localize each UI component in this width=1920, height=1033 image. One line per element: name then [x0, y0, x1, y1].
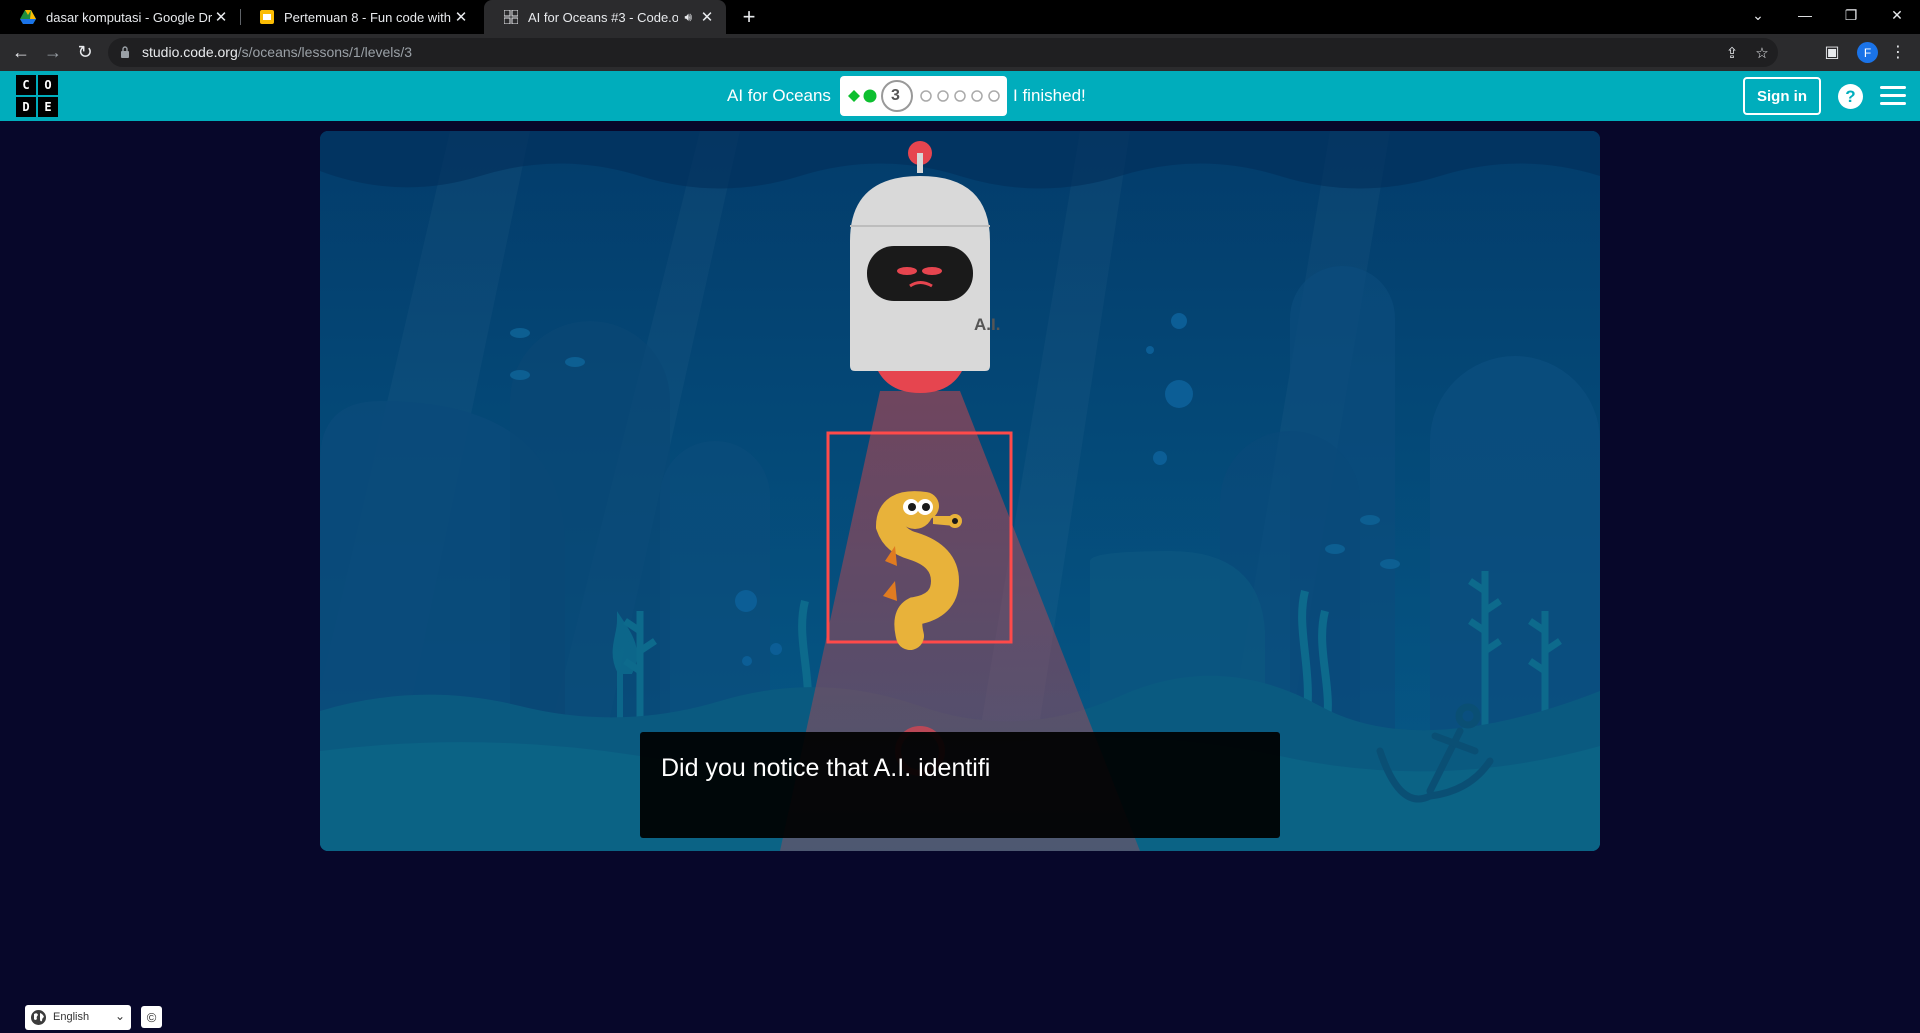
tab-title: AI for Oceans #3 - Code.org [528, 9, 679, 25]
level-8-dot [988, 90, 1000, 102]
level-1-dot [848, 90, 860, 102]
url-host: studio.code.org [142, 44, 238, 60]
caption-box: Did you notice that A.I. identifi [640, 732, 1280, 838]
lesson-title[interactable]: AI for Oceans [727, 86, 831, 106]
level-progress: 3 [840, 76, 1007, 116]
level-4-dot [920, 90, 932, 102]
tab-title: Pertemuan 8 - Fun code with code [284, 9, 452, 25]
level-6-dot [954, 90, 966, 102]
codeorg-header: C O D E AI for Oceans 3 I finished! Sign… [0, 71, 1920, 121]
profile-avatar[interactable]: F [1857, 42, 1878, 63]
logo-letter: D [16, 97, 36, 117]
forward-button[interactable]: → [39, 38, 67, 66]
address-bar[interactable]: studio.code.org/s/oceans/lessons/1/level… [108, 38, 1778, 67]
google-slides-icon [260, 10, 274, 24]
globe-icon [31, 1010, 46, 1025]
url-text: studio.code.org/s/oceans/lessons/1/level… [142, 44, 412, 60]
logo-letter: E [38, 97, 58, 117]
restore-button[interactable]: ❐ [1828, 0, 1874, 30]
close-window-button[interactable]: ✕ [1874, 0, 1920, 30]
new-tab-button[interactable]: + [736, 4, 762, 30]
help-button[interactable]: ? [1838, 84, 1863, 109]
hamburger-menu-icon[interactable] [1880, 86, 1906, 106]
back-button[interactable]: ← [7, 38, 35, 66]
close-tab-icon[interactable]: ✕ [452, 8, 470, 26]
google-drive-icon [20, 10, 36, 24]
tab-pertemuan[interactable]: Pertemuan 8 - Fun code with code ✕ [240, 0, 480, 34]
robot-label: A.I. [974, 315, 1001, 334]
tab-search-icon[interactable]: ⌄ [1735, 0, 1781, 30]
level-5-dot [937, 90, 949, 102]
finished-link[interactable]: I finished! [1013, 86, 1086, 106]
menu-kebab-icon[interactable]: ⋮ [1884, 38, 1912, 66]
caption-text: Did you notice that A.I. identifi [661, 754, 991, 782]
tab-google-drive[interactable]: dasar komputasi - Google Drive ✕ [0, 0, 241, 34]
logo-letter: C [16, 75, 36, 95]
codeorg-logo[interactable]: C O D E [16, 75, 58, 117]
logo-letter: O [38, 75, 58, 95]
url-path: /s/oceans/lessons/1/levels/3 [237, 44, 413, 60]
browser-toolbar: ← → ↻ studio.code.org/s/oceans/lessons/1… [0, 34, 1920, 71]
share-icon[interactable]: ⇪ [1722, 43, 1742, 63]
language-select[interactable]: English ⌄ [25, 1005, 131, 1030]
language-value: English [53, 1011, 90, 1023]
chevron-down-icon: ⌄ [114, 1009, 125, 1023]
minimize-button[interactable]: — [1782, 0, 1828, 30]
code-org-icon [504, 10, 518, 24]
tab-ai-for-oceans[interactable]: AI for Oceans #3 - Code.org 🔊︎ ✕ [484, 0, 726, 34]
reload-button[interactable]: ↻ [71, 38, 99, 66]
lock-icon[interactable] [120, 46, 130, 58]
star-icon[interactable]: ☆ [1752, 43, 1772, 63]
browser-tab-strip: dasar komputasi - Google Drive ✕ Pertemu… [0, 0, 1920, 34]
level-7-dot [971, 90, 983, 102]
close-tab-icon[interactable]: ✕ [212, 8, 230, 26]
level-2-dot [863, 89, 877, 103]
copyright-button[interactable]: © [141, 1006, 162, 1028]
game-stage[interactable]: A.I. Did you notice that A.I. identifi [320, 131, 1600, 851]
sign-in-button[interactable]: Sign in [1743, 77, 1821, 115]
side-panel-icon[interactable]: ▣ [1818, 38, 1846, 66]
speaker-icon[interactable]: 🔊︎ [684, 10, 692, 25]
close-tab-icon[interactable]: ✕ [698, 8, 716, 26]
current-level-number[interactable]: 3 [891, 87, 900, 105]
tab-title: dasar komputasi - Google Drive [46, 9, 212, 25]
